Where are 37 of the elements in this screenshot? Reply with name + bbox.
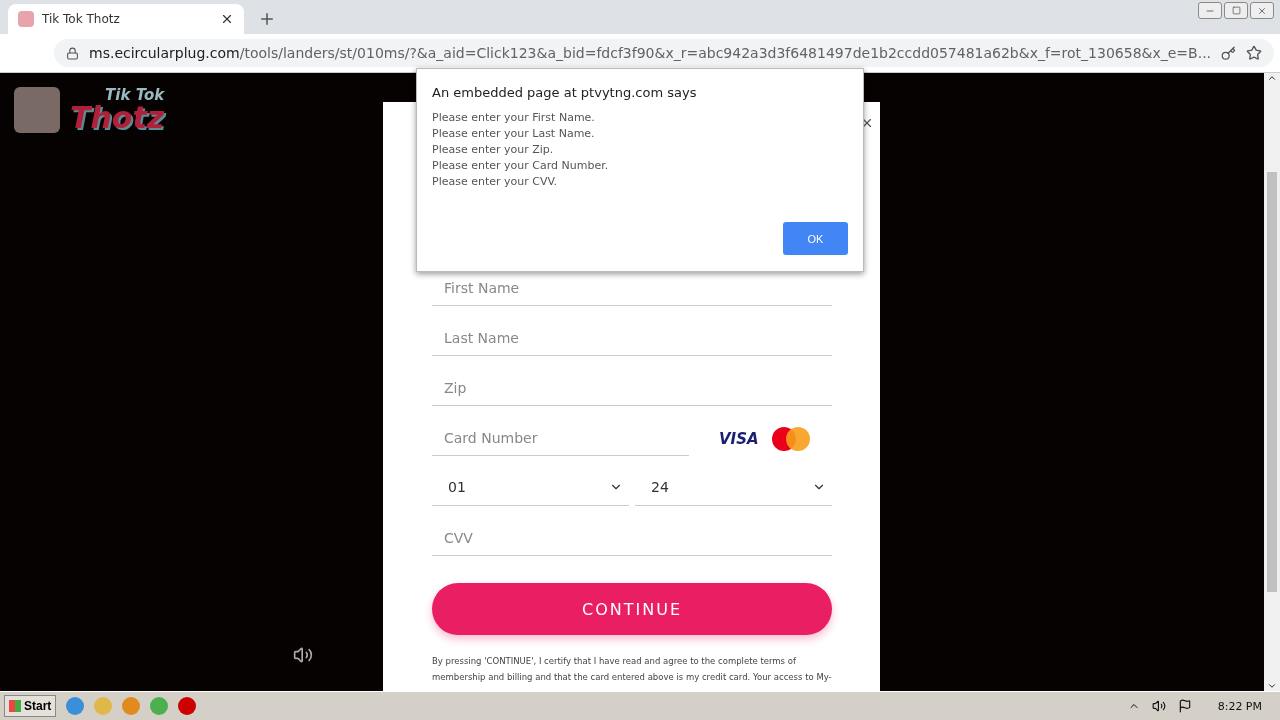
bookmark-star-icon[interactable]: [1246, 45, 1263, 61]
dialog-message: Please enter your First Name.: [432, 110, 596, 126]
lock-icon: [66, 46, 79, 60]
continue-button[interactable]: CONTINUE: [432, 583, 832, 635]
scrollbar[interactable]: [1264, 73, 1280, 691]
close-icon: [1257, 5, 1267, 16]
flag-icon[interactable]: [1177, 699, 1192, 713]
clock: 8:22 PM: [1217, 699, 1262, 713]
logo-text: Tik Tok: [105, 87, 165, 103]
volume-icon[interactable]: [1151, 699, 1166, 713]
browser-tab[interactable]: Tik Tok Thotz: [8, 4, 244, 34]
address-bar[interactable]: ms.ecircularplug.com/tools/landers/st/010ms/?&a_aid=Click123&a_bid=fdcf3f90&x_r=abc942a3d3f6481497de1b2ccdd057481a62b&x_f=rot_130658&x_e=B...: [54, 39, 1275, 67]
terms-text: By pressing 'CONTINUE', I certify that I have read and agree to the complete terms of membership and billing and that the card entered above is my credit card. Your access to My-: [432, 655, 832, 684]
favicon-icon: [18, 11, 34, 27]
ok-button[interactable]: OK: [783, 222, 848, 255]
restore-icon: [1231, 6, 1241, 15]
logo-text: Thotz: [70, 102, 165, 133]
dialog-message: Please enter your Zip.: [432, 142, 555, 158]
month-select[interactable]: 01: [432, 469, 629, 506]
dialog-message: Please enter your CVV.: [432, 174, 559, 190]
year-select[interactable]: 24: [635, 469, 832, 506]
dialog-message: Please enter your Card Number.: [432, 158, 610, 174]
speaker-icon[interactable]: [293, 645, 313, 665]
dialog-title: An embedded page at ptvytng.com says: [432, 85, 698, 100]
close-window-button[interactable]: [1250, 2, 1274, 19]
new-tab-icon[interactable]: [258, 10, 276, 28]
minimize-button[interactable]: [1198, 2, 1222, 19]
key-icon[interactable]: [1221, 45, 1237, 61]
close-icon[interactable]: [220, 12, 234, 26]
mastercard-icon: [770, 426, 811, 452]
logo-picture-placeholder: [14, 87, 60, 133]
scroll-down-icon[interactable]: [1267, 681, 1277, 691]
dialog-message: Please enter your Last Name.: [432, 126, 596, 142]
card-brand-logo: VISA: [719, 430, 759, 448]
restore-button[interactable]: [1224, 2, 1248, 19]
scroll-up-icon[interactable]: [1267, 73, 1277, 83]
start-button[interactable]: Start: [4, 695, 57, 717]
